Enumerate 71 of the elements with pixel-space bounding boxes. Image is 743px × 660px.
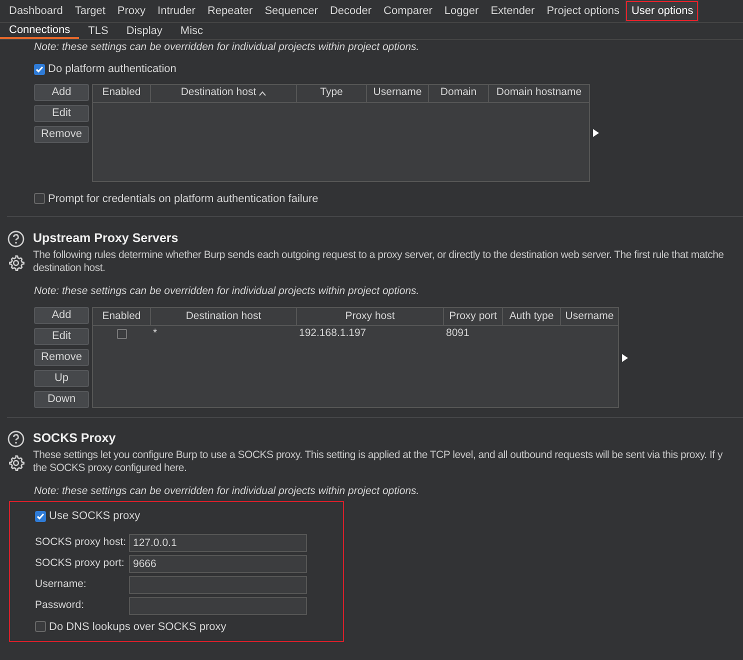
table-cell: 8091 bbox=[446, 327, 470, 340]
input-field[interactable] bbox=[129, 596, 307, 614]
field-label: SOCKS proxy port: bbox=[35, 556, 126, 571]
table-cell: * bbox=[153, 327, 158, 340]
field-label: SOCKS proxy host: bbox=[35, 534, 128, 550]
column-header[interactable]: Destination host bbox=[151, 308, 297, 325]
main-tab[interactable]: Sequencer bbox=[258, 0, 324, 22]
row-checkbox[interactable] bbox=[117, 329, 127, 339]
column-header[interactable]: Proxy port bbox=[444, 308, 503, 325]
section-description: destination host. bbox=[33, 262, 106, 275]
checkbox[interactable] bbox=[35, 510, 46, 522]
table-action-button[interactable]: Add bbox=[34, 84, 89, 100]
main-tab[interactable]: Comparer bbox=[378, 0, 438, 22]
expand-arrow-icon[interactable] bbox=[622, 354, 628, 362]
main-tab[interactable]: Decoder bbox=[324, 0, 378, 22]
main-tab[interactable]: Logger bbox=[438, 0, 485, 22]
column-header[interactable]: Username bbox=[561, 308, 618, 325]
expand-arrow-icon[interactable] bbox=[593, 128, 599, 136]
main-tab[interactable]: Extender bbox=[484, 0, 541, 22]
settings-icon[interactable] bbox=[7, 254, 25, 272]
main-tab[interactable]: User options bbox=[625, 0, 700, 22]
checkbox[interactable] bbox=[35, 621, 46, 632]
note-text: Note: these settings can be overridden for individual projects within project options. bbox=[34, 285, 420, 297]
field-label: Username: bbox=[35, 576, 88, 592]
input-field[interactable]: 9666 bbox=[129, 554, 307, 572]
note-text: Note: these settings can be overridden for individual projects within project options. bbox=[34, 41, 420, 53]
help-icon[interactable] bbox=[7, 230, 25, 248]
column-header[interactable]: Enabled bbox=[93, 84, 151, 102]
table-action-button[interactable]: Remove bbox=[34, 349, 89, 366]
field-label: Password: bbox=[35, 598, 86, 613]
column-header[interactable]: Destination host bbox=[151, 84, 297, 102]
table-action-button[interactable]: Add bbox=[34, 307, 89, 324]
main-tab[interactable]: Target bbox=[68, 0, 112, 22]
sub-tab[interactable]: TLS bbox=[79, 23, 118, 39]
section-description: the SOCKS proxy configured here. bbox=[33, 462, 188, 475]
input-field[interactable]: 127.0.0.1 bbox=[129, 534, 307, 552]
input-field[interactable] bbox=[129, 576, 307, 594]
section-title: Upstream Proxy Servers bbox=[33, 230, 180, 247]
checkbox-label: Do DNS lookups over SOCKS proxy bbox=[49, 620, 226, 634]
note-text: Note: these settings can be overridden for individual projects within project options. bbox=[34, 485, 420, 497]
column-header[interactable]: Username bbox=[367, 84, 429, 102]
checkbox[interactable] bbox=[34, 193, 45, 204]
sub-tab[interactable]: Misc bbox=[171, 23, 212, 39]
sub-tab[interactable]: Connections bbox=[0, 23, 80, 39]
table-action-button[interactable]: Remove bbox=[34, 126, 89, 142]
main-tab[interactable]: Dashboard bbox=[3, 0, 69, 22]
table-cell: 192.168.1.197 bbox=[299, 327, 366, 340]
main-tab[interactable]: Proxy bbox=[111, 0, 152, 22]
column-header[interactable]: Domain bbox=[429, 84, 489, 102]
checkbox-label: Do platform authentication bbox=[48, 62, 176, 77]
column-header[interactable]: Enabled bbox=[93, 308, 151, 325]
help-icon[interactable] bbox=[7, 430, 25, 448]
section-title: SOCKS Proxy bbox=[33, 430, 117, 447]
table-action-button[interactable]: Up bbox=[34, 370, 89, 387]
main-tab[interactable]: Project options bbox=[540, 0, 626, 22]
column-header[interactable]: Type bbox=[297, 84, 367, 102]
sub-tab[interactable]: Display bbox=[117, 23, 172, 39]
section-description: The following rules determine whether Burp sends each outgoing request to a proxy server, or directly to the destination web server. The first rule that matche bbox=[33, 249, 724, 262]
column-header[interactable]: Proxy host bbox=[297, 308, 444, 325]
section-description: These settings let you configure Burp to use a SOCKS proxy. This setting is applied at the TCP level, and all outbound requests will be sent via this proxy. If y bbox=[33, 449, 722, 462]
table-action-button[interactable]: Edit bbox=[34, 328, 89, 345]
main-tab[interactable]: Intruder bbox=[152, 0, 202, 22]
checkbox-label: Use SOCKS proxy bbox=[49, 509, 140, 524]
settings-icon[interactable] bbox=[7, 454, 25, 472]
checkbox-label: Prompt for credentials on platform authentication failure bbox=[48, 192, 318, 206]
column-header[interactable]: Domain hostname bbox=[489, 84, 589, 102]
column-header[interactable]: Auth type bbox=[503, 308, 561, 325]
table-action-button[interactable]: Down bbox=[34, 391, 89, 408]
main-tab[interactable]: Repeater bbox=[201, 0, 259, 22]
table-action-button[interactable]: Edit bbox=[34, 104, 89, 122]
checkbox[interactable] bbox=[34, 64, 45, 75]
